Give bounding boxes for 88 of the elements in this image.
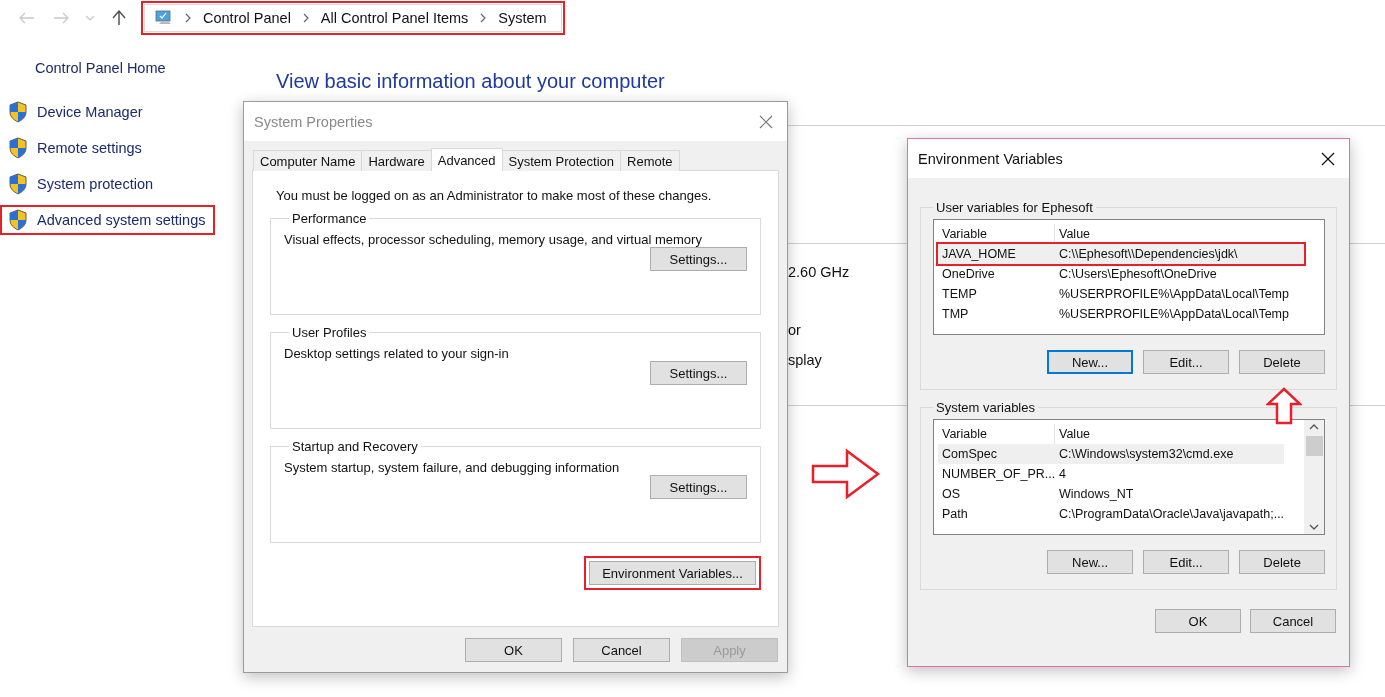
tab[interactable]: Hardware: [361, 150, 432, 171]
group-description: Desktop settings related to your sign-in: [284, 346, 510, 361]
info-text: splay: [788, 352, 822, 368]
breadcrumb[interactable]: All Control Panel Items: [320, 10, 469, 26]
sidebar-link[interactable]: Advanced system settings: [2, 207, 214, 233]
tab[interactable]: Remote: [620, 150, 680, 171]
list-action-button[interactable]: New...: [1047, 550, 1134, 574]
info-text: or: [788, 322, 801, 338]
group-title: User variables for Ephesoft: [935, 200, 1094, 215]
list-row[interactable]: TEMP %USERPROFILE%\AppData\Local\Temp: [938, 284, 1304, 304]
list-action-button[interactable]: New...: [1047, 350, 1133, 374]
right-arrow-drawing: [811, 449, 881, 499]
link-text: Remote settings: [37, 140, 142, 156]
group-title: Startup and Recovery: [291, 439, 419, 454]
settings-button[interactable]: Settings...: [650, 361, 747, 385]
shield-icon: [8, 101, 28, 123]
dialog-button[interactable]: OK: [465, 638, 562, 662]
list-row[interactable]: TMP %USERPROFILE%\AppData\Local\Temp: [938, 304, 1304, 324]
settings-button[interactable]: Settings...: [650, 475, 747, 499]
variable-value: C:\\Ephesoft\\Dependencies\jdk\: [1058, 247, 1238, 261]
list-row[interactable]: Path C:\ProgramData\Oracle\Java\javapath;...: [938, 504, 1285, 524]
close-icon: [1321, 151, 1335, 166]
list-row[interactable]: NUMBER_OF_PR... 4: [938, 464, 1285, 484]
tab[interactable]: Advanced: [430, 148, 503, 171]
scroll-down-icon[interactable]: [1309, 524, 1320, 530]
variable-name: JAVA_HOME: [941, 247, 1017, 261]
group-title: System variables: [935, 400, 1036, 415]
link-text: Device Manager: [37, 104, 143, 120]
address-bar[interactable]: Control Panel All Control Panel Items System: [144, 4, 562, 32]
variable-value: 4: [1058, 467, 1066, 481]
link-text: Advanced system settings: [37, 212, 206, 228]
tab[interactable]: System Protection: [501, 150, 622, 171]
column-header[interactable]: Value: [1055, 424, 1285, 444]
link-text: System protection: [37, 176, 154, 192]
dialog-button[interactable]: Cancel: [573, 638, 670, 662]
chevron-right-icon: [480, 13, 487, 23]
dialog-title: Environment Variables: [918, 150, 1063, 167]
sidebar-link[interactable]: Remote settings: [2, 135, 150, 161]
dialog-button[interactable]: Cancel: [1250, 609, 1336, 633]
notice-text: You must be logged on as an Administrator to make most of these changes.: [275, 188, 713, 203]
breadcrumb[interactable]: System: [498, 10, 547, 26]
list-action-button[interactable]: Delete: [1239, 350, 1325, 374]
info-text: 2.60 GHz: [788, 264, 850, 280]
variable-name: ComSpec: [941, 447, 998, 461]
variable-value: C:\ProgramData\Oracle\Java\javapath;...: [1058, 507, 1285, 521]
column-header[interactable]: Value: [1055, 224, 1304, 244]
home-link[interactable]: Control Panel Home: [2, 60, 270, 76]
variable-value: %USERPROFILE%\AppData\Local\Temp: [1058, 287, 1289, 301]
variable-value: C:\Windows\system32\cmd.exe: [1058, 447, 1234, 461]
scrollbar[interactable]: [1304, 420, 1325, 534]
variable-name: NUMBER_OF_PR...: [941, 467, 1055, 481]
group-title: Performance: [291, 211, 368, 226]
shield-icon: [8, 209, 28, 231]
list-action-button[interactable]: Edit...: [1143, 350, 1229, 374]
scroll-up-icon[interactable]: [1309, 424, 1320, 430]
settings-button[interactable]: Settings...: [650, 247, 747, 271]
sidebar-link[interactable]: Device Manager: [2, 99, 151, 125]
scrollbar-thumb[interactable]: [1305, 436, 1323, 456]
chevron-right-icon: [302, 13, 309, 23]
variable-name: Path: [941, 507, 969, 521]
list-action-button[interactable]: Edit...: [1143, 550, 1230, 574]
variable-name: TEMP: [941, 287, 978, 301]
list-row[interactable]: JAVA_HOME C:\\Ephesoft\\Dependencies\jdk\: [938, 244, 1304, 264]
dialog-button[interactable]: OK: [1155, 609, 1241, 633]
page-heading: View basic information about your computer: [276, 70, 666, 93]
computer-icon: [155, 10, 173, 26]
tab[interactable]: Computer Name: [253, 150, 363, 171]
variable-name: OneDrive: [941, 267, 996, 281]
list-row[interactable]: ComSpec C:\Windows\system32\cmd.exe: [938, 444, 1285, 464]
group-description: System startup, system failure, and debugging information: [284, 460, 621, 475]
shield-icon: [8, 137, 28, 159]
shield-icon: [8, 173, 28, 195]
environment-variables-button[interactable]: Environment Variables...: [589, 561, 756, 585]
chevron-right-icon: [185, 13, 191, 23]
variable-name: OS: [941, 487, 962, 501]
list-row[interactable]: OneDrive C:\Users\Ephesoft\OneDrive: [938, 264, 1304, 284]
sidebar-link[interactable]: System protection: [2, 171, 162, 197]
variable-name: TMP: [941, 307, 970, 321]
variable-value: Windows_NT: [1058, 487, 1134, 501]
close-icon: [759, 114, 773, 129]
breadcrumb[interactable]: Control Panel: [203, 10, 291, 26]
list-row[interactable]: OS Windows_NT: [938, 484, 1285, 504]
dialog-title: System Properties: [254, 113, 373, 130]
variable-value: C:\Users\Ephesoft\OneDrive: [1058, 267, 1217, 281]
group-title: User Profiles: [291, 325, 368, 340]
list-action-button[interactable]: Delete: [1239, 550, 1326, 574]
variable-value: %USERPROFILE%\AppData\Local\Temp: [1058, 307, 1289, 321]
group-description: Visual effects, processor scheduling, memory usage, and virtual memory: [284, 232, 703, 247]
